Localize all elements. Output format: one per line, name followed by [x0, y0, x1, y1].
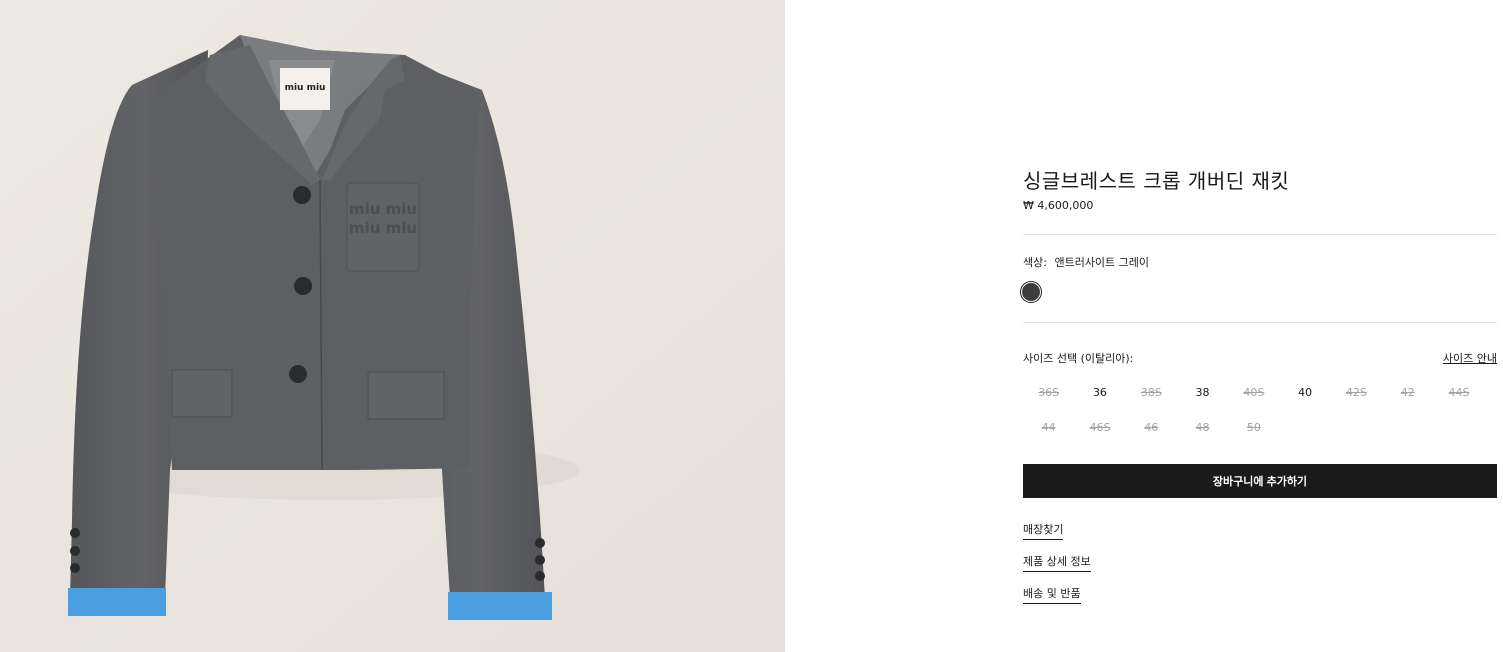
size-option-36[interactable]: 36 [1074, 383, 1125, 403]
divider [1023, 322, 1497, 323]
size-options: 36S 36 38S 38 40S 40 42S 42 44S 44 46S 46 48 50 [1023, 383, 1497, 438]
shipping-returns-link[interactable]: 배송 및 반품 [1023, 585, 1081, 604]
find-store-link[interactable]: 매장찾기 [1023, 521, 1064, 540]
divider [1023, 234, 1497, 235]
product-title: 싱글브레스트 크롭 개버딘 재킷 [1023, 169, 1290, 193]
size-option-40s[interactable]: 40S [1228, 383, 1279, 403]
size-option-46s[interactable]: 46S [1074, 418, 1125, 438]
jacket-illustration: miu miu miu miu miu miu [0, 0, 785, 652]
product-details-link[interactable]: 제품 상세 정보 [1023, 553, 1091, 572]
size-option-46[interactable]: 46 [1126, 418, 1177, 438]
size-option-40[interactable]: 40 [1279, 383, 1330, 403]
product-price: ₩ 4,600,000 [1023, 199, 1094, 212]
size-guide-link[interactable]: 사이즈 안내 [1443, 350, 1497, 366]
add-to-cart-button[interactable]: 장바구니에 추가하기 [1023, 464, 1497, 498]
product-info-panel: 싱글브레스트 크롭 개버딘 재킷 ₩ 4,600,000 색상: 앤트러사이트 … [1021, 0, 1497, 652]
size-option-42[interactable]: 42 [1382, 383, 1433, 403]
size-select-label: 사이즈 선택 (이탈리아): [1023, 352, 1134, 365]
size-option-42s[interactable]: 42S [1331, 383, 1382, 403]
size-option-38s[interactable]: 38S [1126, 383, 1177, 403]
size-option-44[interactable]: 44 [1023, 418, 1074, 438]
size-option-48[interactable]: 48 [1177, 418, 1228, 438]
svg-text:miu miu: miu miu [285, 83, 326, 93]
color-swatch-anthracite[interactable] [1021, 282, 1041, 302]
color-label: 색상: [1023, 256, 1047, 269]
svg-text:miu miu: miu miu [349, 219, 417, 237]
color-row: 색상: 앤트러사이트 그레이 [1023, 254, 1149, 270]
size-option-38[interactable]: 38 [1177, 383, 1228, 403]
product-image[interactable]: miu miu miu miu miu miu [0, 0, 785, 652]
size-option-50[interactable]: 50 [1228, 418, 1279, 438]
color-value: 앤트러사이트 그레이 [1054, 256, 1150, 269]
svg-text:miu miu: miu miu [349, 200, 417, 218]
size-option-36s[interactable]: 36S [1023, 383, 1074, 403]
size-option-44s[interactable]: 44S [1433, 383, 1484, 403]
